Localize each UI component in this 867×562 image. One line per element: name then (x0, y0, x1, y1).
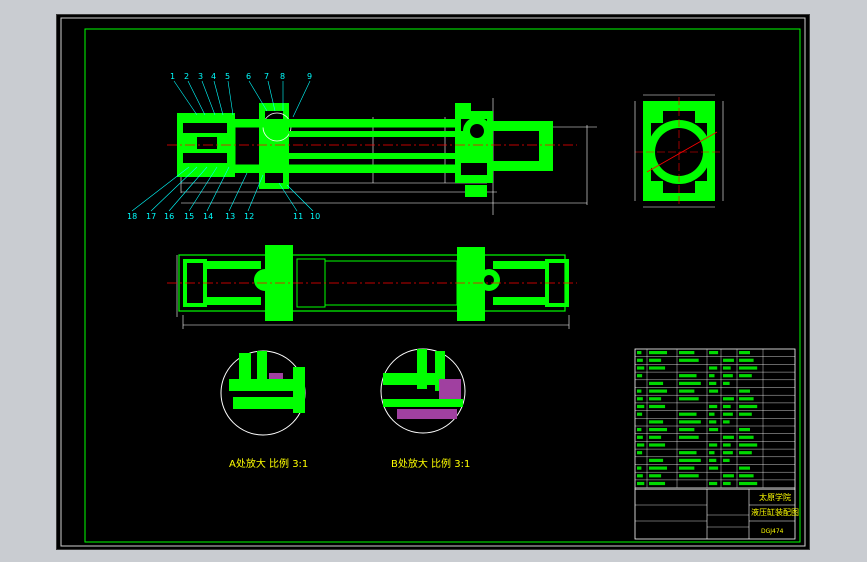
callout-2: 2 (184, 72, 189, 81)
title-block: 太原学院 液压缸装配图 DGJ474 (634, 488, 799, 540)
parts-list (634, 348, 796, 490)
callout-10: 10 (310, 212, 320, 221)
callout-18: 18 (127, 212, 137, 221)
callout-14: 14 (203, 212, 213, 221)
callout-13: 13 (225, 212, 235, 221)
callout-8: 8 (280, 72, 285, 81)
callout-4: 4 (211, 72, 216, 81)
callout-3: 3 (198, 72, 203, 81)
callout-17: 17 (146, 212, 156, 221)
detail-b: B处放大 比例 3:1 (380, 348, 470, 470)
assembly-drawing: 1 2 3 4 5 6 7 8 9 18 17 16 15 14 13 12 1… (60, 17, 806, 547)
callout-11: 11 (293, 212, 303, 221)
callout-12: 12 (244, 212, 254, 221)
end-view (634, 94, 724, 208)
cad-viewport[interactable]: 1 2 3 4 5 6 7 8 9 18 17 16 15 14 13 12 1… (56, 14, 810, 550)
detail-a-caption: A处放大 比例 3:1 (229, 457, 308, 470)
drawing-number: DGJ474 (761, 528, 784, 535)
drawing-name: 液压缸装配图 (751, 507, 799, 517)
callout-9: 9 (307, 72, 312, 81)
detail-a: A处放大 比例 3:1 (220, 350, 308, 470)
top-view (167, 245, 577, 329)
detail-b-caption: B处放大 比例 3:1 (391, 457, 470, 470)
callout-5: 5 (225, 72, 230, 81)
main-section-view: 1 2 3 4 5 6 7 8 9 18 17 16 15 14 13 12 1… (127, 72, 597, 221)
callout-15: 15 (184, 212, 194, 221)
callout-1: 1 (170, 72, 175, 81)
callout-7: 7 (264, 72, 269, 81)
callout-16: 16 (164, 212, 174, 221)
callout-6: 6 (246, 72, 251, 81)
school-name: 太原学院 (759, 492, 791, 502)
